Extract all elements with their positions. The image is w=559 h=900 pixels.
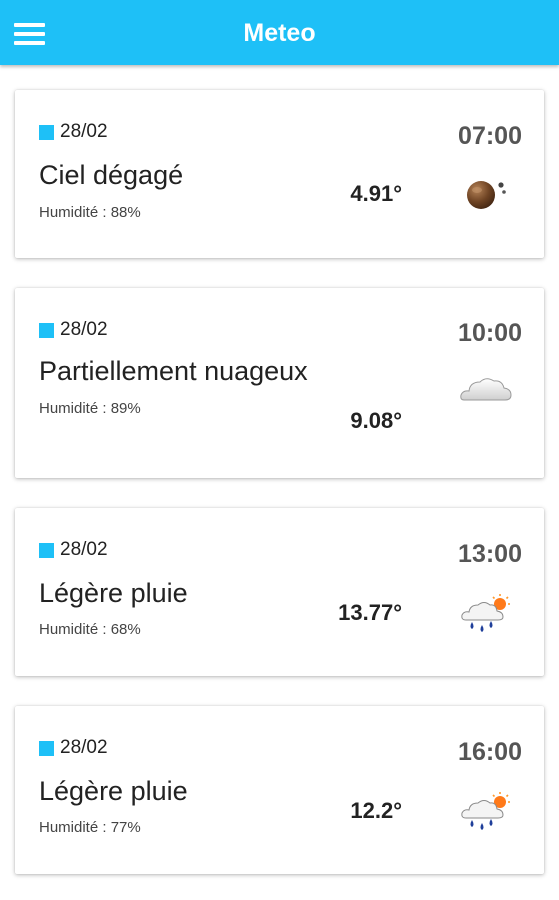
forecast-description: Légère pluie bbox=[39, 578, 188, 608]
app-title: Meteo bbox=[243, 19, 316, 47]
forecast-humidity: Humidité : 89% bbox=[39, 400, 141, 417]
moon-icon bbox=[467, 181, 506, 209]
forecast-time: 13:00 bbox=[458, 540, 522, 568]
date-row: 28/02 bbox=[39, 319, 108, 341]
forecast-card[interactable]: 28/02 Légère pluie Humidité : 68% 13.77°… bbox=[15, 508, 544, 676]
forecast-humidity: Humidité : 77% bbox=[39, 819, 141, 836]
forecast-temperature: 9.08° bbox=[350, 408, 402, 433]
forecast-temperature: 4.91° bbox=[350, 181, 402, 206]
date-row: 28/02 bbox=[39, 737, 108, 759]
forecast-humidity: Humidité : 68% bbox=[39, 621, 141, 638]
forecast-card[interactable]: 28/02 Partiellement nuageux Humidité : 8… bbox=[15, 288, 544, 478]
app-bar: Meteo bbox=[0, 0, 559, 65]
forecast-description: Légère pluie bbox=[39, 776, 188, 806]
forecast-time: 10:00 bbox=[458, 319, 522, 347]
forecast-description: Ciel dégagé bbox=[39, 160, 184, 190]
forecast-date: 28/02 bbox=[60, 319, 108, 340]
forecast-card[interactable]: 28/02 Légère pluie Humidité : 77% 12.2° … bbox=[15, 706, 544, 874]
forecast-time: 07:00 bbox=[458, 122, 522, 150]
light-rain-icon bbox=[461, 594, 510, 632]
date-marker bbox=[39, 322, 54, 338]
date-row: 28/02 bbox=[39, 539, 108, 561]
forecast-description: Partiellement nuageux bbox=[39, 356, 308, 386]
forecast-date: 28/02 bbox=[60, 737, 108, 758]
forecast-humidity: Humidité : 88% bbox=[39, 204, 141, 221]
date-row: 28/02 bbox=[39, 121, 108, 143]
forecast-date: 28/02 bbox=[60, 121, 108, 142]
date-marker bbox=[39, 542, 54, 558]
date-marker bbox=[39, 124, 54, 140]
cloud-icon bbox=[460, 378, 512, 401]
forecast-time: 16:00 bbox=[458, 738, 522, 766]
forecast-card[interactable]: 28/02 Ciel dégagé Humidité : 88% 4.91° 0… bbox=[15, 90, 544, 258]
forecast-date: 28/02 bbox=[60, 539, 108, 560]
forecast-temperature: 13.77° bbox=[338, 600, 402, 625]
light-rain-icon bbox=[461, 792, 510, 830]
forecast-temperature: 12.2° bbox=[350, 798, 402, 823]
date-marker bbox=[39, 740, 54, 756]
